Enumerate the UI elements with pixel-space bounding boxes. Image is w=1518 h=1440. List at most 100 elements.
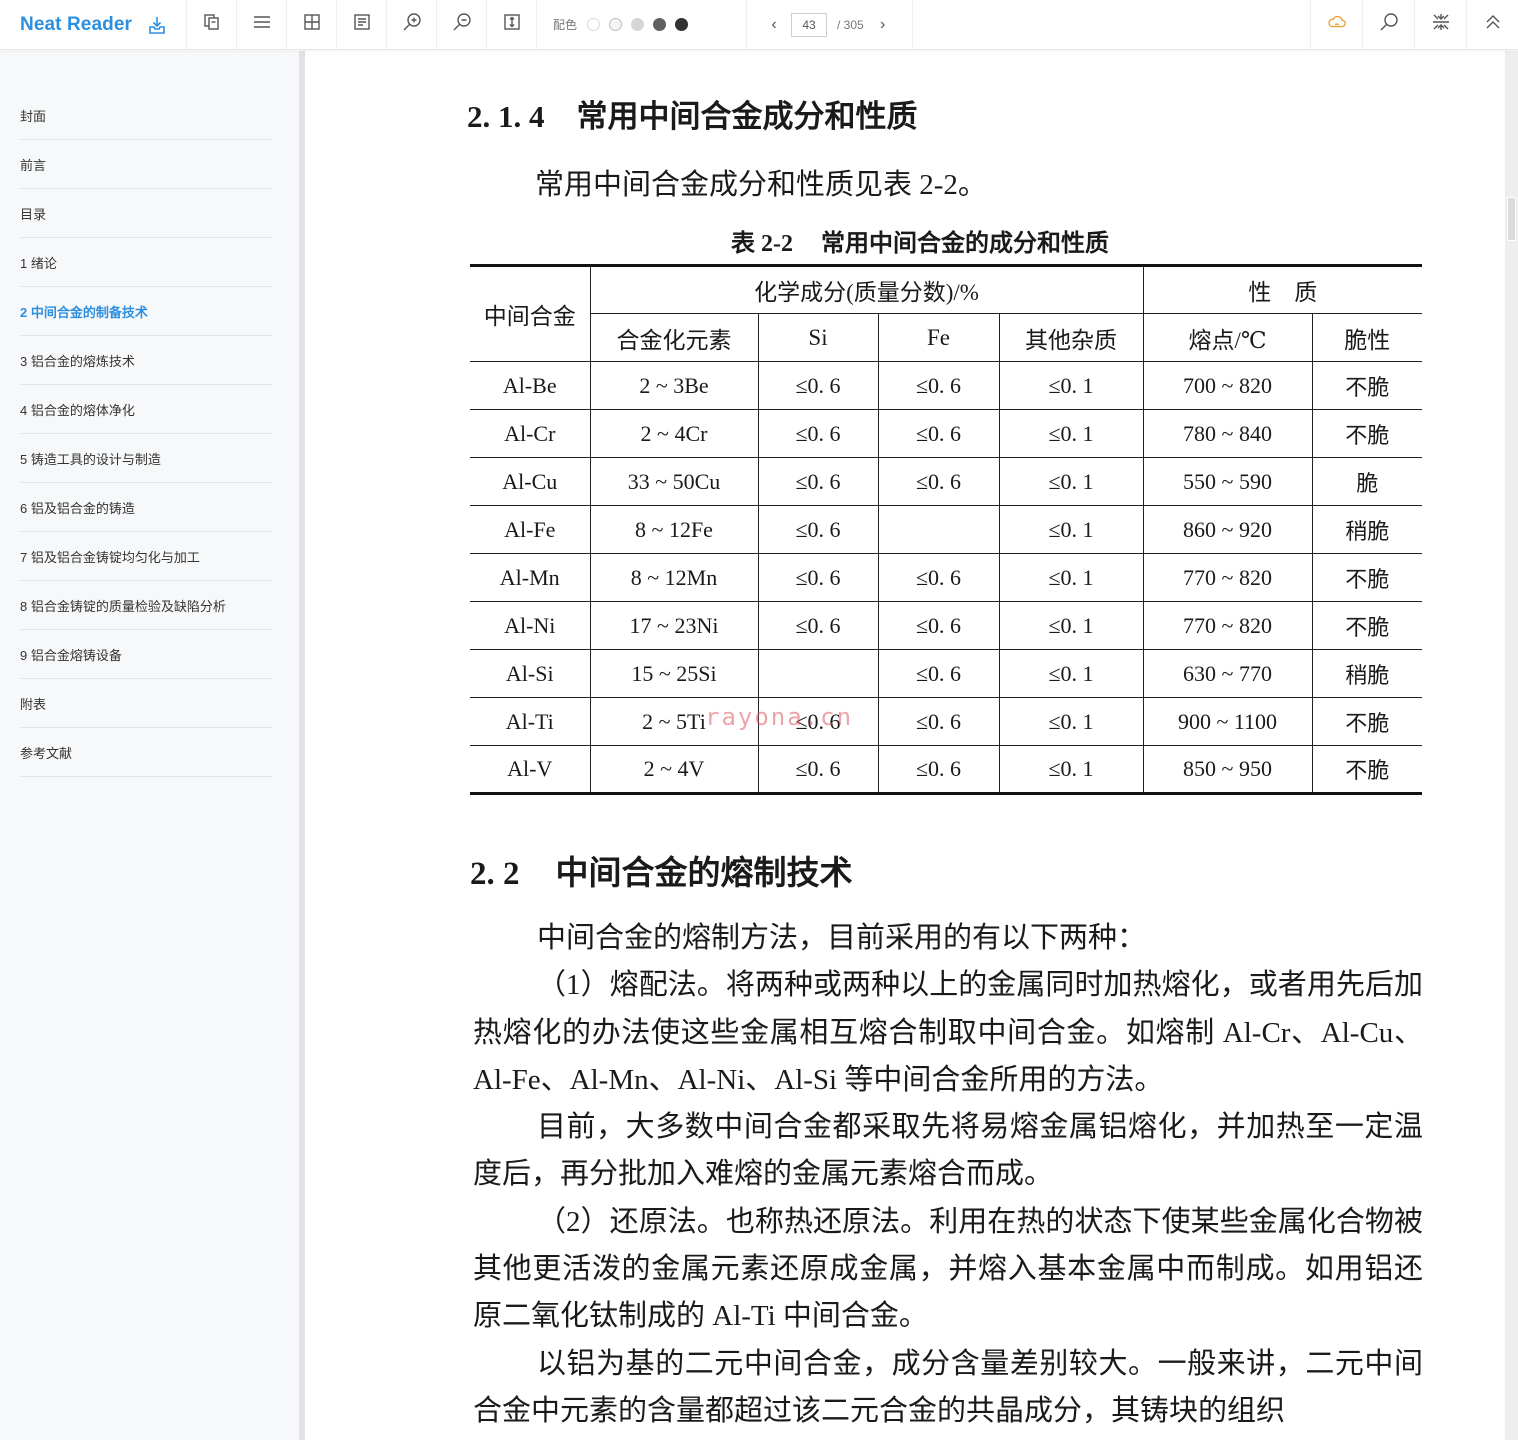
- paragraph: 中间合金的熔制方法，目前采用的有以下两种：: [537, 922, 1147, 954]
- toc-item[interactable]: 2 中间合金的制备技术: [20, 287, 272, 336]
- cell-brittleness: 不脆: [1311, 745, 1422, 794]
- table-row: Al-Ti 2 ~ 5Ti ≤0. 6 ≤0. 6 ≤0. 1 900 ~ 1100 不脆: [470, 697, 1422, 746]
- cell-si: ≤0. 6: [757, 505, 879, 554]
- toc-item[interactable]: 4 铝合金的熔体净化: [20, 385, 272, 434]
- cell-brittleness: 不脆: [1311, 601, 1422, 650]
- cell-alloy: Al-Fe: [470, 505, 591, 554]
- zoom-in-button[interactable]: [387, 0, 437, 49]
- section-number: 2. 2: [470, 856, 520, 892]
- toc-item[interactable]: 前言: [20, 140, 272, 189]
- table-row: Al-V 2 ~ 4V ≤0. 6 ≤0. 6 ≤0. 1 850 ~ 950 不脆: [470, 745, 1422, 794]
- toc-item[interactable]: 目录: [20, 189, 272, 238]
- content-scrollbar[interactable]: [1505, 51, 1518, 1440]
- brand: Neat Reader: [0, 0, 187, 49]
- toc-item[interactable]: 8 铝合金铸锭的质量检验及缺陷分析: [20, 581, 272, 630]
- cell-alloy: Al-Be: [470, 361, 591, 410]
- toc-item[interactable]: 封面: [20, 91, 272, 140]
- color-swatch-gray[interactable]: [631, 18, 645, 31]
- toc-item[interactable]: 5 铸造工具的设计与制造: [20, 434, 272, 483]
- table-row: Al-Be 2 ~ 3Be ≤0. 6 ≤0. 6 ≤0. 1 700 ~ 820 不脆: [470, 361, 1422, 410]
- layout-button[interactable]: [287, 0, 337, 49]
- toc-item[interactable]: 1 绪论: [20, 238, 272, 287]
- collapse-button[interactable]: [1414, 0, 1466, 49]
- toc-item[interactable]: 参考文献: [20, 728, 272, 777]
- cell-alloying-element: 17 ~ 23Ni: [589, 601, 759, 650]
- next-page-button[interactable]: ›: [876, 16, 890, 34]
- table-row: Al-Mn 8 ~ 12Mn ≤0. 6 ≤0. 6 ≤0. 1 770 ~ 820 不脆: [470, 553, 1422, 602]
- paragraph: 目前，大多数中间合金都采取先将易熔金属铝熔化，并加热至一定温度后，再分批加入难熔…: [473, 1111, 1423, 1191]
- cell-other-impurities: ≤0. 1: [998, 505, 1144, 554]
- cell-alloying-element: 15 ~ 25Si: [589, 649, 759, 698]
- copy-button[interactable]: [187, 0, 237, 49]
- cell-other-impurities: ≤0. 1: [998, 697, 1144, 746]
- toc-button[interactable]: [237, 0, 287, 49]
- cell-fe: ≤0. 6: [877, 553, 1000, 602]
- toc-item[interactable]: 9 铝合金熔铸设备: [20, 630, 272, 679]
- header-alloy: 中间合金: [470, 265, 591, 362]
- cell-melting-point: 770 ~ 820: [1142, 601, 1313, 650]
- copy-icon: [202, 12, 222, 37]
- color-swatch-black[interactable]: [675, 18, 689, 31]
- cell-brittleness: 稍脆: [1311, 505, 1422, 554]
- subsection-number: 2. 1. 4: [467, 99, 545, 134]
- cell-other-impurities: ≤0. 1: [998, 409, 1144, 458]
- cell-melting-point: 700 ~ 820: [1142, 361, 1313, 410]
- cell-other-impurities: ≤0. 1: [998, 361, 1144, 410]
- table-row: Al-Si 15 ~ 25Si ≤0. 6 ≤0. 1 630 ~ 770 稍脆: [470, 649, 1422, 698]
- header-fe: Fe: [877, 313, 1000, 362]
- color-scheme-label: 配色: [553, 18, 578, 32]
- table-row: Al-Fe 8 ~ 12Fe ≤0. 6 ≤0. 1 860 ~ 920 稍脆: [470, 505, 1422, 554]
- cell-melting-point: 850 ~ 950: [1142, 745, 1313, 794]
- toolbar: Neat Reader 配色 ‹ 43 / 305 ›: [0, 0, 1518, 50]
- section-title: 中间合金的熔制技术: [555, 856, 853, 892]
- cell-alloy: Al-Cr: [470, 409, 591, 458]
- toc-item[interactable]: 6 铝及铝合金的铸造: [20, 483, 272, 532]
- cloud-sync-button[interactable]: [1310, 0, 1362, 49]
- header-properties: 性 质: [1142, 265, 1422, 314]
- color-swatch-white[interactable]: [587, 18, 601, 31]
- cell-alloying-element: 2 ~ 4V: [589, 745, 759, 794]
- cell-melting-point: 770 ~ 820: [1142, 553, 1313, 602]
- cell-alloy: Al-Cu: [470, 457, 591, 506]
- cell-fe: ≤0. 6: [877, 745, 1000, 794]
- cell-alloy: Al-Si: [470, 649, 591, 698]
- page-total: / 305: [837, 17, 864, 32]
- cell-melting-point: 860 ~ 920: [1142, 505, 1313, 554]
- color-swatch-dark-gray[interactable]: [653, 18, 667, 31]
- prev-page-button[interactable]: ‹: [767, 16, 781, 34]
- scroll-top-icon: [1483, 12, 1503, 37]
- toc-item[interactable]: 7 铝及铝合金铸锭均匀化与加工: [20, 532, 272, 581]
- paragraph: （1）熔配法。将两种或两种以上的金属同时加热熔化，或者用先后加热熔化的办法使这些…: [473, 969, 1423, 1096]
- cell-fe: ≤0. 6: [877, 649, 1000, 698]
- download-icon[interactable]: [147, 15, 167, 35]
- zoom-out-button[interactable]: [437, 0, 487, 49]
- header-other-impurities: 其他杂质: [998, 313, 1144, 362]
- toc-item[interactable]: 3 铝合金的熔炼技术: [20, 336, 272, 385]
- search-button[interactable]: [1362, 0, 1414, 49]
- alloy-table-body: Al-Be 2 ~ 3Be ≤0. 6 ≤0. 6 ≤0. 1 700 ~ 820 不脆 Al…: [470, 361, 1422, 794]
- toc-item[interactable]: 附表: [20, 679, 272, 728]
- scroll-top-button[interactable]: [1466, 0, 1518, 49]
- section-heading: 2. 2 中间合金的熔制技术: [470, 846, 853, 894]
- table-of-contents: 封面 前言 目录 1 绪论 2 中间合金的制备技术 3 铝合金的熔炼技术 4 铝合金的熔体净…: [20, 91, 272, 777]
- cell-alloying-element: 8 ~ 12Fe: [589, 505, 759, 554]
- paragraph: （2）还原法。也称热还原法。利用在热的状态下使某些金属化合物被其他更活泼的金属元…: [473, 1205, 1423, 1333]
- cell-melting-point: 780 ~ 840: [1142, 409, 1313, 458]
- notes-button[interactable]: [337, 0, 387, 49]
- cell-other-impurities: ≤0. 1: [998, 457, 1144, 506]
- content-scrollbar-thumb[interactable]: [1507, 197, 1516, 241]
- page-number-input[interactable]: [791, 12, 827, 37]
- header-melting-point: 熔点/℃: [1142, 313, 1313, 362]
- cell-brittleness: 不脆: [1311, 553, 1422, 602]
- subsection-title: 常用中间合金成分和性质: [576, 99, 918, 134]
- intro-paragraph: 常用中间合金成分和性质见表 2-2。: [535, 169, 987, 201]
- paragraph: 以铝为基的二元中间合金，成分含量差别较大。一般来讲，二元中间合金中元素的含量都超…: [473, 1347, 1423, 1427]
- cell-fe: ≤0. 6: [877, 361, 1000, 410]
- fit-height-button[interactable]: [487, 0, 537, 49]
- page-navigator: ‹ / 305 ›: [747, 0, 913, 49]
- color-swatch-light[interactable]: [609, 18, 623, 31]
- cell-si: ≤0. 6: [757, 409, 879, 458]
- sidebar: 封面 前言 目录 1 绪论 2 中间合金的制备技术 3 铝合金的熔炼技术 4 铝合金的熔体净…: [0, 51, 299, 1440]
- cell-melting-point: 630 ~ 770: [1142, 649, 1313, 698]
